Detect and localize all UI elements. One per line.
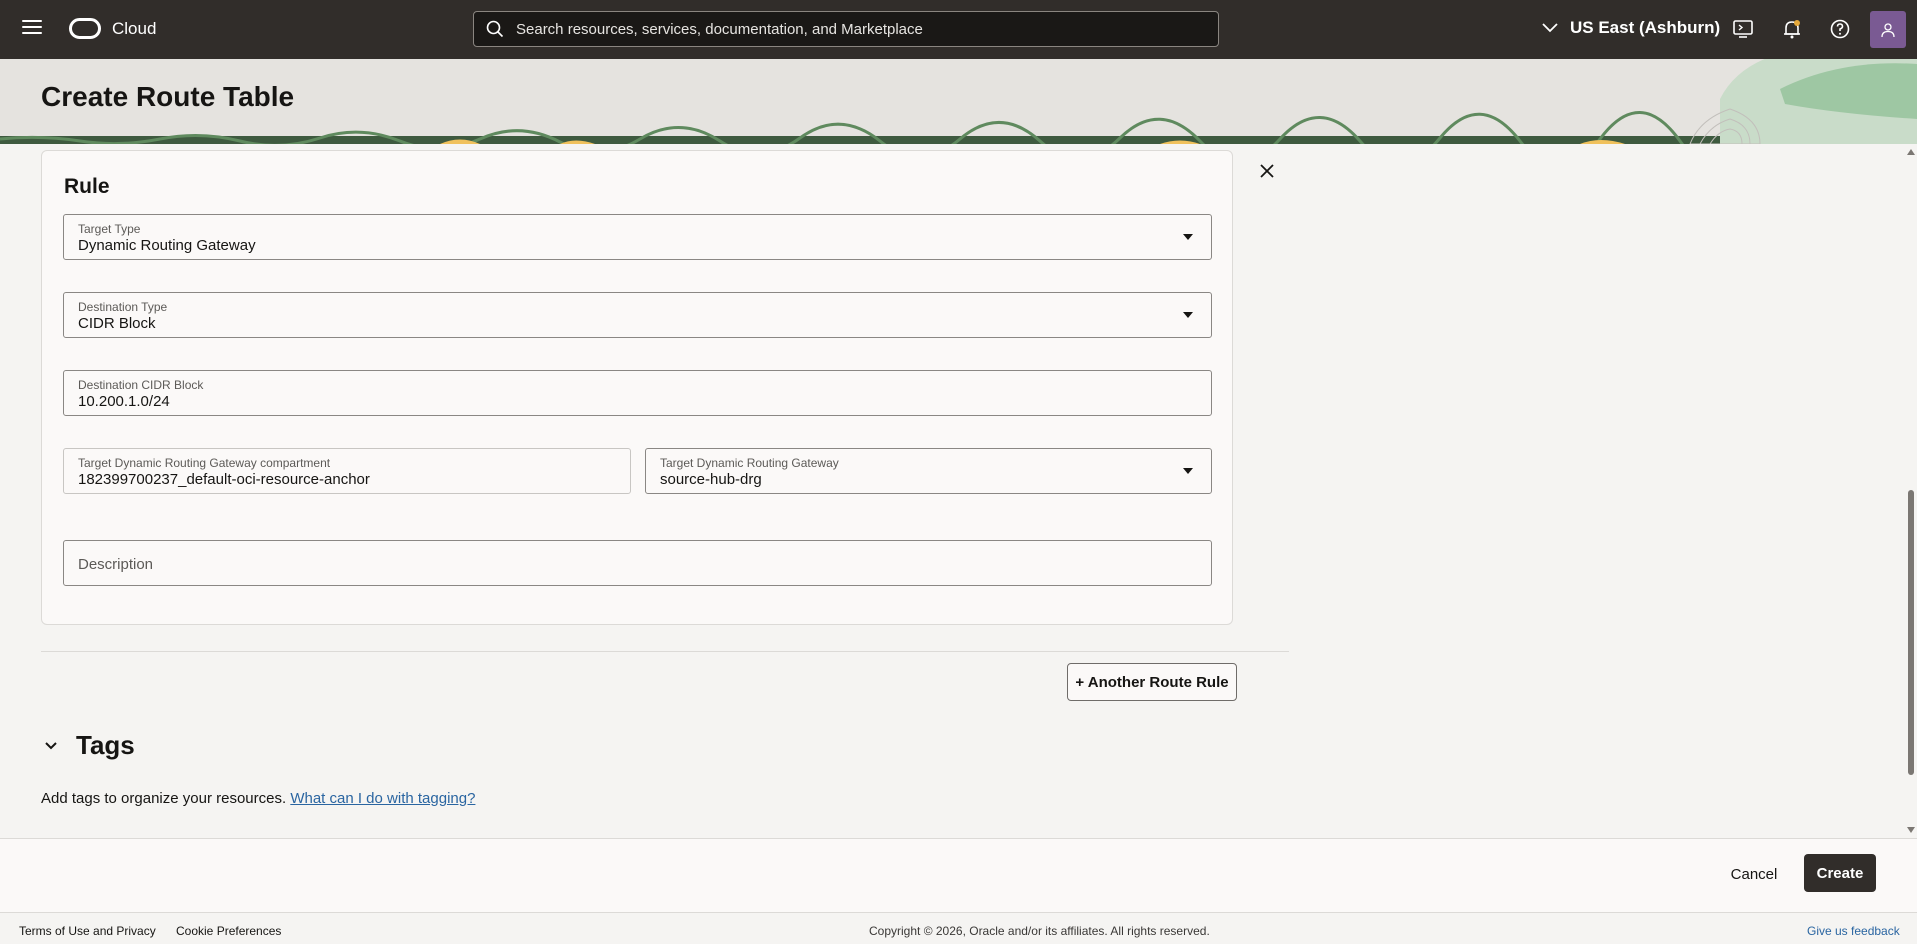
section-divider [41,651,1289,652]
page-footer: Terms of Use and Privacy Cookie Preferen… [0,912,1917,944]
top-navigation-bar: Cloud US East (Ashburn) [0,0,1917,59]
scroll-up-arrow[interactable] [1907,149,1915,155]
tags-section-title: Tags [76,730,135,760]
target-type-label: Target Type [78,222,141,236]
cloud-shell-icon[interactable] [1732,18,1754,40]
page-header: Create Route Table [0,59,1917,144]
destination-type-select[interactable]: Destination Type CIDR Block [63,292,1212,338]
search-input[interactable] [516,20,1196,38]
cancel-button[interactable]: Cancel [1716,855,1792,893]
menu-icon[interactable] [22,20,42,38]
description-field[interactable]: Description [63,540,1212,586]
create-button[interactable]: Create [1804,854,1876,892]
form-action-bar: Cancel Create [0,838,1917,912]
tags-description-text: Add tags to organize your resources. [41,790,287,807]
region-label: US East (Ashburn) [1570,18,1721,37]
cookie-preferences-link[interactable]: Cookie Preferences [176,924,281,938]
target-type-select[interactable]: Target Type Dynamic Routing Gateway [63,214,1212,260]
route-rule-card: Rule Target Type Dynamic Routing Gateway… [41,150,1233,625]
destination-cidr-value: 10.200.1.0/24 [78,393,170,410]
chevron-down-icon[interactable] [43,738,59,754]
target-drg-value: source-hub-drg [660,471,762,488]
rule-title: Rule [64,175,110,198]
help-icon[interactable] [1829,18,1851,40]
dropdown-caret-icon [1183,468,1193,474]
destination-cidr-label: Destination CIDR Block [78,378,204,392]
user-avatar[interactable] [1870,11,1906,48]
scroll-down-arrow[interactable] [1907,827,1915,833]
target-type-value: Dynamic Routing Gateway [78,237,256,254]
dropdown-caret-icon [1183,312,1193,318]
user-icon [1881,22,1895,37]
drg-compartment-field[interactable]: Target Dynamic Routing Gateway compartme… [63,448,631,494]
destination-type-label: Destination Type [78,300,168,314]
brand-name: Cloud [112,19,157,38]
copyright-text: Copyright © 2026, Oracle and/or its affi… [869,924,1210,938]
notifications-bell-icon[interactable] [1781,18,1803,40]
oracle-logo[interactable] [69,18,101,39]
close-icon[interactable] [1258,162,1276,180]
target-drg-label: Target Dynamic Routing Gateway [660,456,839,470]
page-title: Create Route Table [41,81,295,112]
add-route-rule-button[interactable]: + Another Route Rule [1067,663,1237,701]
search-bar[interactable] [473,11,1219,47]
scrollbar-thumb[interactable] [1908,490,1914,775]
destination-cidr-field[interactable]: Destination CIDR Block 10.200.1.0/24 [63,370,1212,416]
terms-link[interactable]: Terms of Use and Privacy [19,924,156,938]
tags-description: Add tags to organize your resources. Wha… [41,790,475,807]
region-selector[interactable]: US East (Ashburn) [1542,18,1720,38]
tagging-help-link[interactable]: What can I do with tagging? [290,790,475,807]
search-icon [486,20,504,38]
drg-compartment-label: Target Dynamic Routing Gateway compartme… [78,456,331,470]
chevron-down-icon [1542,23,1558,33]
destination-type-value: CIDR Block [78,315,156,332]
target-drg-select[interactable]: Target Dynamic Routing Gateway source-hu… [645,448,1212,494]
dropdown-caret-icon [1183,234,1193,240]
description-placeholder: Description [78,556,154,573]
drg-compartment-value: 182399700237_default-oci-resource-anchor [78,471,370,488]
feedback-link[interactable]: Give us feedback [1807,924,1900,938]
